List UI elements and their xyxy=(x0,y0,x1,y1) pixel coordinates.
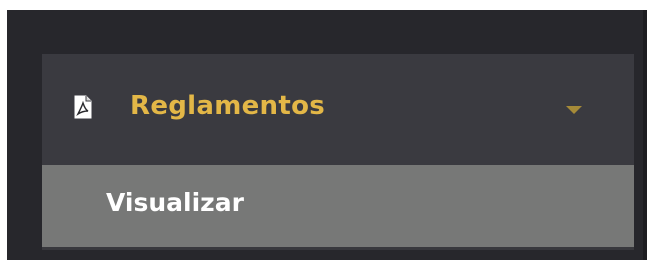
menu-title: Reglamentos xyxy=(130,91,326,121)
reglamentos-menu-toggle[interactable]: Reglamentos xyxy=(42,54,634,165)
sidebar-edge xyxy=(643,10,647,260)
sidebar-panel: Reglamentos Visualizar xyxy=(7,10,647,260)
chevron-down-icon[interactable] xyxy=(566,106,582,114)
submenu-item-visualizar[interactable]: Visualizar xyxy=(42,165,634,247)
reglamentos-menu: Reglamentos Visualizar xyxy=(42,54,634,250)
pdf-file-icon xyxy=(74,95,92,119)
submenu-item-label: Visualizar xyxy=(106,188,244,217)
